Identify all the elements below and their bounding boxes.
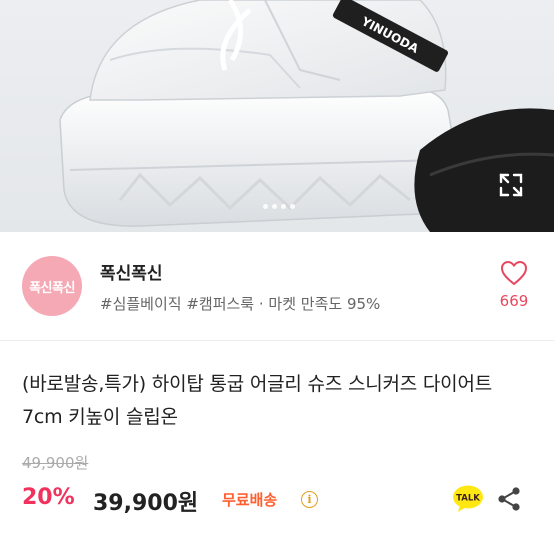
product-title: (바로발송,특가) 하이탑 통굽 어글리 슈즈 스니커즈 다이어트 7cm 키높…: [22, 373, 493, 428]
pagination-dot: [263, 204, 268, 209]
heart-outline-icon: [500, 260, 528, 286]
like-button[interactable]: 669: [492, 260, 536, 310]
pagination-dot: [290, 204, 295, 209]
like-count: 669: [499, 292, 529, 310]
talk-bubble-icon: TALK: [453, 485, 483, 512]
free-shipping-label: 무료배송: [222, 491, 278, 509]
sale-price: 39,900원: [93, 491, 199, 516]
talk-chat-button[interactable]: TALK: [452, 485, 484, 513]
pagination-dot: [281, 204, 286, 209]
original-price: 49,900원: [22, 454, 89, 472]
info-icon[interactable]: i: [301, 491, 318, 508]
share-icon: [498, 487, 520, 511]
pagination-dot: [272, 204, 277, 209]
expand-icon: [499, 173, 523, 197]
image-pagination: [0, 204, 554, 214]
shop-tags: #심플베이직 #캠퍼스룩 · 마켓 만족도 95%: [100, 295, 381, 313]
discount-rate: 20%: [22, 485, 75, 510]
talk-label: TALK: [456, 494, 480, 504]
expand-image-button[interactable]: [498, 172, 530, 204]
share-button[interactable]: [496, 486, 522, 512]
shop-name[interactable]: 폭신폭신: [100, 259, 163, 284]
section-divider: [0, 340, 554, 341]
sneaker-illustration: YINUODA: [59, 0, 554, 232]
shop-avatar-text: 폭신폭신: [29, 280, 75, 296]
product-image[interactable]: YINUODA: [0, 0, 554, 232]
shop-avatar[interactable]: 폭신폭신: [22, 256, 82, 316]
